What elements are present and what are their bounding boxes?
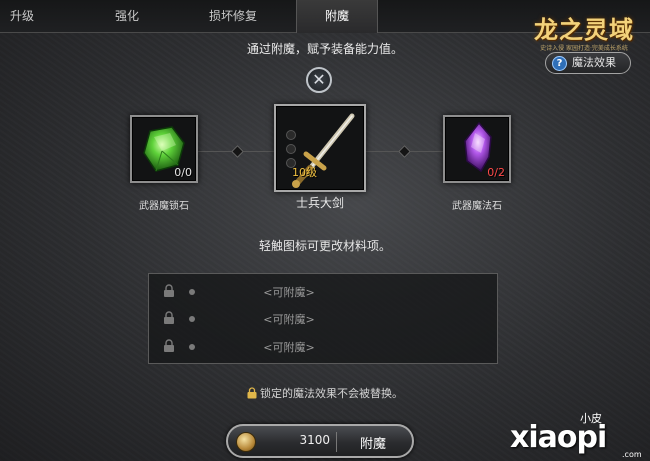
change-material-hint: 轻触图标可更改材料项。 [258, 239, 391, 253]
weapon-level: 10级 [292, 166, 317, 179]
lock-stone-count: 0/0 [174, 166, 192, 179]
close-icon[interactable]: ✕ [306, 67, 332, 93]
gold-lock-icon [247, 387, 257, 399]
enchant-option-text: <可附魔> [263, 286, 315, 299]
magic-effect-label: 魔法效果 [572, 56, 616, 69]
watermark-main: xiaopi [510, 420, 607, 455]
enchant-option-row: <可附魔> [149, 306, 499, 332]
lock-stone-label: 武器魔锁石 [139, 201, 189, 212]
enchant-magic-stone-slot[interactable]: 0/2 [443, 115, 511, 183]
lock-note-text: 锁定的魔法效果不会被替换。 [260, 387, 403, 400]
lock-icon[interactable] [163, 284, 175, 298]
magic-effect-button[interactable]: ? 魔法效果 [545, 52, 631, 74]
watermark-domain: .com [622, 450, 642, 459]
gold-coin-icon [236, 432, 256, 452]
enchant-options-box: <可附魔> <可附魔> <可附魔> [148, 273, 498, 364]
enchant-button-label: 附魔 [359, 437, 386, 452]
magic-stone-label: 武器魔法石 [452, 201, 502, 212]
option-bullet [189, 316, 195, 322]
enchant-button[interactable]: 3100 附魔 [226, 424, 414, 458]
tab-repair[interactable]: 损坏修复 [192, 0, 274, 33]
enchant-option-text: <可附魔> [263, 341, 315, 354]
tab-enhance[interactable]: 强化 [86, 0, 168, 33]
enchant-lock-stone-slot[interactable]: 0/0 [130, 115, 198, 183]
watermark: 小皮 xiaopi .com [510, 410, 650, 461]
tab-enchant[interactable]: 附魔 [296, 0, 378, 33]
game-logo: 龙之灵域 史诗入侵 家园打造·完美成长系统 [520, 10, 648, 52]
button-divider [336, 432, 337, 452]
enchant-cost: 3100 [299, 433, 330, 447]
instruction-text: 通过附魔，赋予装备能力值。 [246, 42, 403, 56]
tab-upgrade[interactable]: 升级 [0, 0, 60, 33]
lock-note: 锁定的魔法效果不会被替换。 [150, 385, 500, 401]
weapon-name: 士兵大剑 [295, 196, 344, 210]
weapon-slot[interactable]: 10级 [274, 104, 366, 192]
lock-icon[interactable] [163, 311, 175, 325]
sword-icon [292, 113, 355, 188]
magic-stone-count: 0/2 [487, 166, 505, 179]
logo-title: 龙之灵域 [534, 15, 634, 44]
question-icon: ? [552, 56, 567, 71]
enchant-option-row: <可附魔> [149, 279, 499, 305]
enchant-option-text: <可附魔> [263, 313, 315, 326]
enchant-option-row: <可附魔> [149, 334, 499, 360]
lock-icon[interactable] [163, 339, 175, 353]
option-bullet [189, 289, 195, 295]
option-bullet [189, 344, 195, 350]
